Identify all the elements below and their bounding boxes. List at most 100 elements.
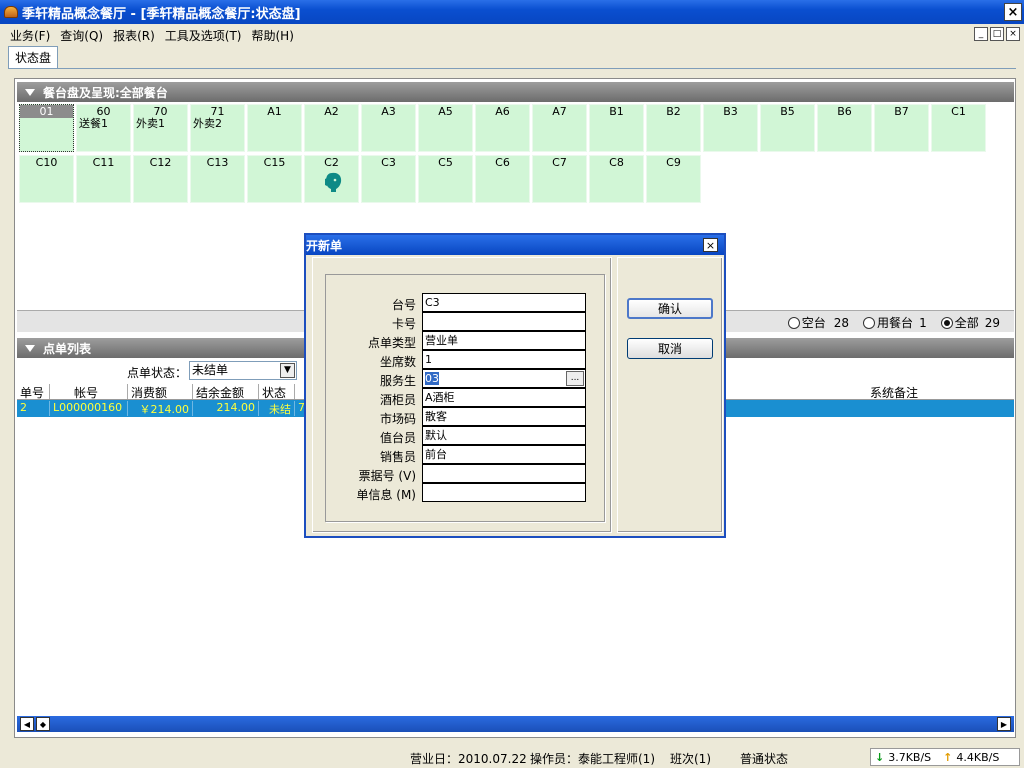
table-tile-c12[interactable]: C12 xyxy=(133,155,188,203)
field-input-order-info[interactable] xyxy=(422,483,586,502)
radio-all-tables[interactable]: 全部 29 xyxy=(940,314,1000,331)
table-tile-70[interactable]: 70 外卖1 xyxy=(133,104,188,152)
table-tile-a1[interactable]: A1 xyxy=(247,104,302,152)
collapse-triangle-icon[interactable] xyxy=(25,88,35,96)
table-tile-01[interactable]: 01 xyxy=(19,104,74,152)
table-tile-c2[interactable]: C2 xyxy=(304,155,359,203)
table-tile-b7[interactable]: B7 xyxy=(874,104,929,152)
collapse-triangle-icon[interactable] xyxy=(25,344,35,352)
mdi-restore-button[interactable]: □ xyxy=(990,27,1004,41)
menu-reports[interactable]: 报表(R) xyxy=(113,27,155,44)
table-number: C5 xyxy=(438,156,453,169)
table-tile-b1[interactable]: B1 xyxy=(589,104,644,152)
column-header-amount[interactable]: 消费额 xyxy=(128,384,193,400)
table-number: B5 xyxy=(780,105,795,118)
window-titlebar: 季轩精品概念餐厅 - [季轩精品概念餐厅:状态盘] × xyxy=(0,0,1024,24)
network-speed-panel: ↓ 3.7KB/S ↑ 4.4KB/S xyxy=(870,748,1020,766)
radio-all-dot[interactable] xyxy=(940,316,953,329)
radio-used-tables[interactable]: 用餐台 1 xyxy=(863,314,927,331)
dialog-close-button[interactable]: × xyxy=(703,238,718,252)
table-number: C13 xyxy=(206,156,229,169)
upload-speed: 4.4KB/S xyxy=(956,750,1000,764)
scroll-right-icon[interactable]: ▶ xyxy=(997,717,1011,731)
business-day: 营业日：2010.07.22 xyxy=(410,752,527,766)
new-order-dialog: 开新单 × 台号 C3 卡号 点单类型 营业单 坐席数 1 服务生 03 ...… xyxy=(304,233,726,538)
column-header-status[interactable]: 状态 xyxy=(259,384,295,400)
table-tile-c3[interactable]: C3 xyxy=(361,155,416,203)
table-number: A6 xyxy=(495,105,510,118)
table-tile-b2[interactable]: B2 xyxy=(646,104,701,152)
table-tile-b3[interactable]: B3 xyxy=(703,104,758,152)
column-header-order-id[interactable]: 单号 xyxy=(17,384,50,400)
tab-status-board[interactable]: 状态盘 xyxy=(8,46,59,68)
confirm-button[interactable]: 确认 xyxy=(627,298,713,319)
order-status-select[interactable]: 未结单 ▼ xyxy=(189,361,297,380)
table-tile-c1[interactable]: C1 xyxy=(931,104,986,152)
cell-order-id: 2 xyxy=(17,401,50,416)
radio-used-label: 用餐台 xyxy=(877,316,914,330)
field-label-bar-clerk: 酒柜员 xyxy=(379,393,416,407)
table-tile-a5[interactable]: A5 xyxy=(418,104,473,152)
table-number: A2 xyxy=(324,105,339,118)
scroll-left-icon[interactable]: ◀ xyxy=(20,717,34,731)
table-tile-c7[interactable]: C7 xyxy=(532,155,587,203)
window-close-button[interactable]: × xyxy=(1004,3,1022,21)
table-tile-c13[interactable]: C13 xyxy=(190,155,245,203)
table-tile-c11[interactable]: C11 xyxy=(76,155,131,203)
order-status-label: 点单状态： xyxy=(127,366,188,380)
radio-empty-tables[interactable]: 空台 28 xyxy=(787,314,849,331)
occupied-guest-icon xyxy=(325,172,342,192)
mdi-close-button[interactable]: × xyxy=(1006,27,1020,41)
column-header-system-note[interactable]: 系统备注 xyxy=(867,384,1014,400)
menu-query[interactable]: 查询(Q) xyxy=(60,27,103,44)
field-input-order-type[interactable]: 营业单 xyxy=(422,331,586,350)
field-input-salesperson[interactable]: 前台 xyxy=(422,445,586,464)
table-tile-b5[interactable]: B5 xyxy=(760,104,815,152)
ellipsis-lookup-button[interactable]: ... xyxy=(566,371,584,386)
field-input-bar-clerk[interactable]: A酒柜 xyxy=(422,388,586,407)
table-tile-71[interactable]: 71 外卖2 xyxy=(190,104,245,152)
table-number: C10 xyxy=(35,156,58,169)
app-icon xyxy=(4,6,18,18)
horizontal-scrollbar[interactable]: ◀ ◆ ▶ xyxy=(17,716,1014,732)
field-input-table-attendant[interactable]: 默认 xyxy=(422,426,586,445)
field-label-table-no: 台号 xyxy=(391,298,416,312)
radio-empty-label: 空台 xyxy=(801,316,826,330)
table-tile-c15[interactable]: C15 xyxy=(247,155,302,203)
table-tile-a6[interactable]: A6 xyxy=(475,104,530,152)
table-tile-60[interactable]: 60 送餐1 xyxy=(76,104,131,152)
field-input-waiter[interactable]: 03 ... xyxy=(422,369,586,388)
table-tile-c10[interactable]: C10 xyxy=(19,155,74,203)
table-tile-c6[interactable]: C6 xyxy=(475,155,530,203)
field-label-waiter: 服务生 xyxy=(379,374,416,388)
table-tile-a2[interactable]: A2 xyxy=(304,104,359,152)
field-input-seats[interactable]: 1 xyxy=(422,350,586,369)
radio-all-label: 全部 xyxy=(954,316,979,330)
radio-used-dot[interactable] xyxy=(863,316,876,329)
tables-section-header[interactable]: 餐台盘及呈现:全部餐台 xyxy=(17,82,1014,102)
table-tile-c9[interactable]: C9 xyxy=(646,155,701,203)
menu-tools[interactable]: 工具及选项(T) xyxy=(165,27,242,44)
menu-business[interactable]: 业务(F) xyxy=(10,27,50,44)
field-input-market-code[interactable]: 散客 xyxy=(422,407,586,426)
cancel-button[interactable]: 取消 xyxy=(627,338,713,359)
chevron-down-icon[interactable]: ▼ xyxy=(280,363,295,378)
field-input-card-no[interactable] xyxy=(422,312,586,331)
field-input-receipt-no[interactable] xyxy=(422,464,586,483)
radio-empty-dot[interactable] xyxy=(787,316,800,329)
mode: 普通状态 xyxy=(740,752,789,766)
scroll-split-icon[interactable]: ◆ xyxy=(36,717,50,731)
table-tile-c5[interactable]: C5 xyxy=(418,155,473,203)
table-tile-b6[interactable]: B6 xyxy=(817,104,872,152)
table-tile-a7[interactable]: A7 xyxy=(532,104,587,152)
mdi-minimize-button[interactable]: _ xyxy=(974,27,988,41)
menu-help[interactable]: 帮助(H) xyxy=(252,27,294,44)
tab-strip: 状态盘 xyxy=(8,46,59,68)
table-tile-a3[interactable]: A3 xyxy=(361,104,416,152)
column-header-balance[interactable]: 结余金额 xyxy=(193,384,259,400)
table-number: A7 xyxy=(552,105,567,118)
column-header-account[interactable]: 帐号 xyxy=(50,384,128,400)
table-tile-c8[interactable]: C8 xyxy=(589,155,644,203)
field-row-waiter: 服务生 03 ... xyxy=(326,369,606,388)
field-input-table-no[interactable]: C3 xyxy=(422,293,586,312)
